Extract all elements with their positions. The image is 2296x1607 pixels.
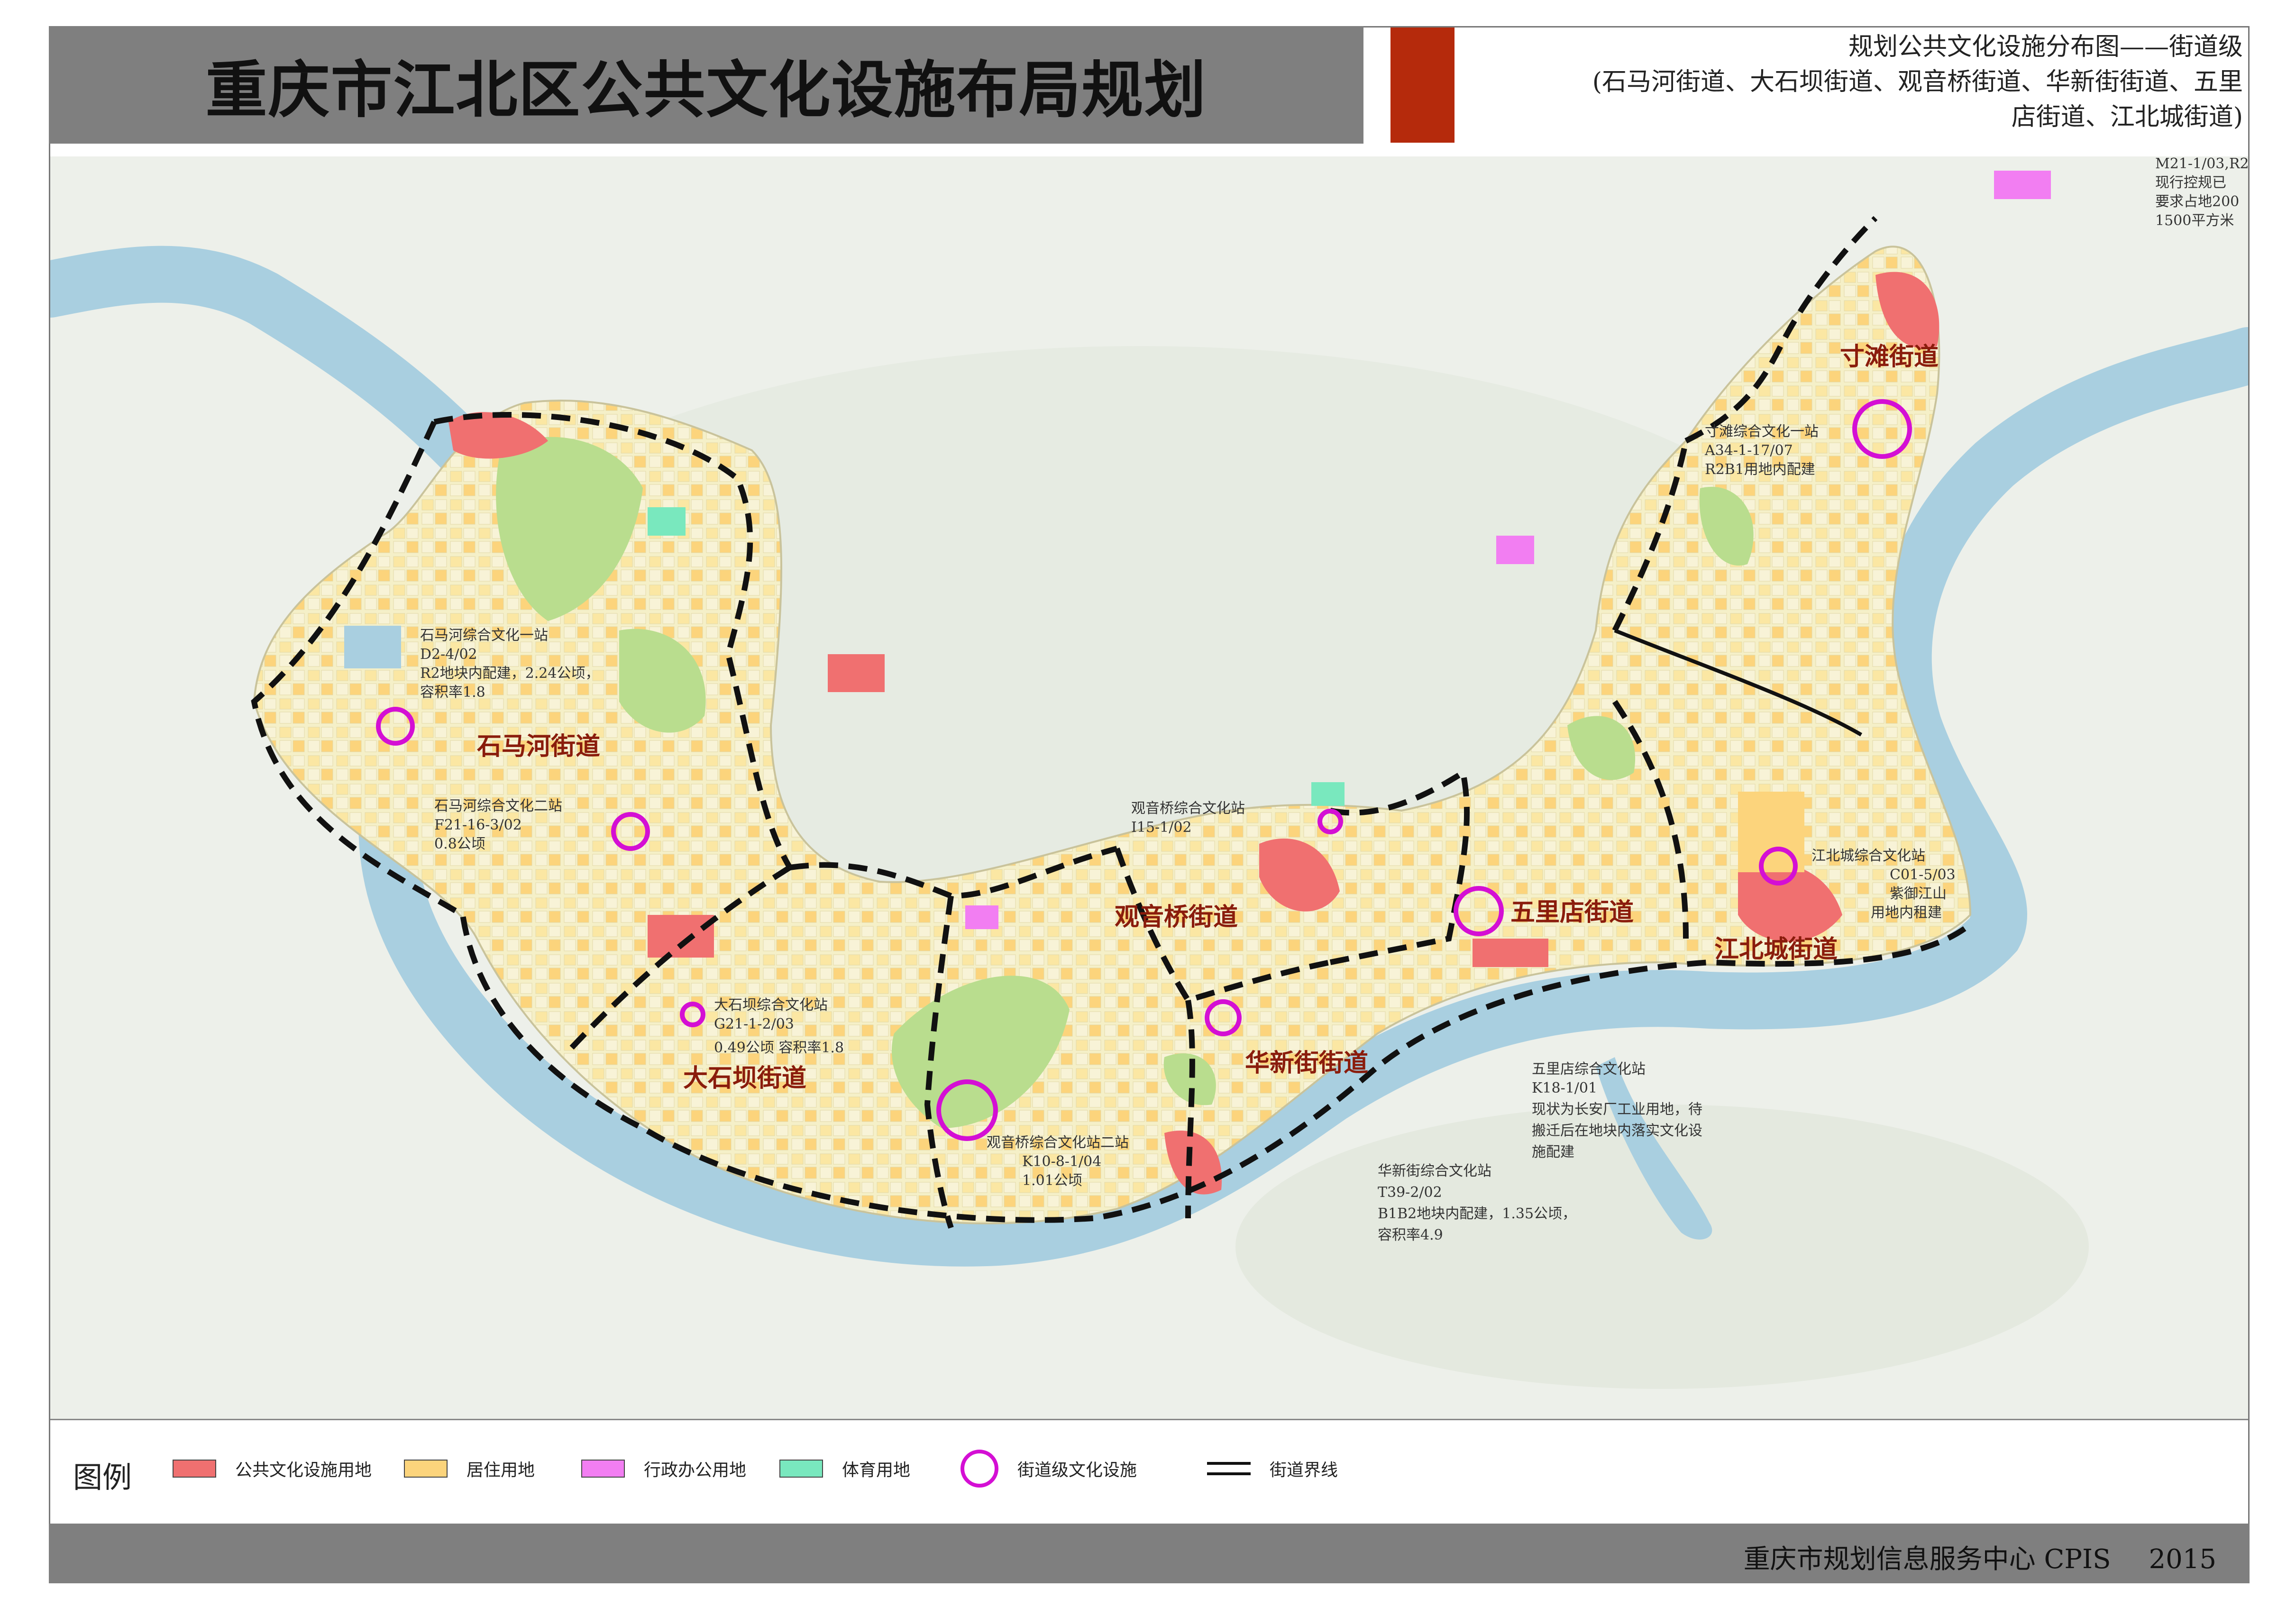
legend-item-residential: 居住用地 — [404, 1454, 535, 1483]
corner-note-line: M21-1/03,R2 — [2155, 156, 2248, 172]
map-subtitle: 规划公共文化设施分布图——街道级 (石马河街道、大石坝街道、观音桥街道、华新街街… — [1458, 29, 2249, 143]
map-canvas[interactable]: 石马河街道 大石坝街道 观音桥街道 华新街街道 五里店街道 江北城街道 寸滩街道… — [50, 156, 2248, 1419]
legend-item-station: 街道级文化设施 — [960, 1450, 1137, 1488]
station-label: 寸滩综合文化一站 — [1705, 423, 1819, 440]
station-label: R2B1用地内配建 — [1705, 461, 1815, 478]
station-label: 搬迁后在地块内落实文化设 — [1532, 1123, 1702, 1139]
legend-label: 街道级文化设施 — [1017, 1461, 1137, 1480]
station-label: K10-8-1/04 — [1022, 1153, 1101, 1170]
district-label: 寸滩街道 — [1840, 343, 1939, 371]
station-label: 现状为长安厂工业用地，待 — [1532, 1101, 1702, 1118]
sports-land — [648, 507, 686, 536]
accent-block — [1390, 27, 1454, 143]
legend-boundary-sample — [1207, 1462, 1251, 1475]
sports-land — [1311, 782, 1345, 806]
legend-label: 行政办公用地 — [644, 1461, 747, 1480]
station-label: I15-1/02 — [1131, 819, 1192, 836]
hill-shade — [1235, 1105, 2089, 1389]
corner-note-line: 现行控规已 — [2155, 174, 2226, 191]
footer-bar: 重庆市规划信息服务中心 CPIS 2015 — [49, 1524, 2250, 1583]
station-label: 五里店综合文化站 — [1532, 1061, 1646, 1077]
culture-land — [648, 915, 714, 958]
station-label: 华新街综合文化站 — [1378, 1163, 1491, 1179]
legend-swatch — [173, 1460, 216, 1478]
legend-item-sports: 体育用地 — [779, 1454, 910, 1483]
footer-credit: 重庆市规划信息服务中心 CPIS 2015 — [1744, 1538, 2216, 1576]
station-label: B1B2地块内配建，1.35公顷， — [1378, 1205, 1576, 1222]
corner-note-line: 1500平方米 — [2155, 212, 2234, 229]
legend-label: 居住用地 — [467, 1461, 535, 1480]
district-label: 石马河街道 — [477, 732, 600, 761]
district-label: 华新街街道 — [1245, 1049, 1368, 1077]
page-title: 重庆市江北区公共文化设施布局规划 — [205, 54, 1207, 126]
admin-land — [1496, 536, 1534, 564]
culture-land — [1473, 939, 1548, 967]
station-label: 江北城综合文化站 — [1811, 848, 1925, 864]
district-label: 江北城街道 — [1714, 935, 1838, 964]
station-label: 观音桥综合文化站二站 — [987, 1134, 1129, 1151]
subtitle-line: (石马河街道、大石坝街道、观音桥街道、华新街街道、五里 — [1592, 68, 2243, 96]
legend-label: 体育用地 — [842, 1461, 911, 1480]
station-label: T39-2/02 — [1378, 1184, 1442, 1201]
station-label: D2-4/02 — [420, 646, 477, 663]
title-bar: 重庆市江北区公共文化设施布局规划 — [49, 26, 1363, 144]
legend-ring — [960, 1450, 998, 1488]
station-label: G21-1-2/03 — [714, 1016, 794, 1032]
station-label: 用地内租建 — [1871, 904, 1942, 921]
subtitle-line: 规划公共文化设施分布图——街道级 — [1848, 33, 2243, 61]
admin-land — [1994, 171, 2051, 199]
station-label: 0.49公顷 容积率1.8 — [714, 1040, 844, 1056]
legend-title: 图例 — [73, 1460, 132, 1495]
legend-item-culture: 公共文化设施用地 — [173, 1454, 372, 1483]
culture-land — [828, 654, 885, 692]
station-label: 石马河综合文化一站 — [420, 627, 548, 644]
district-label: 观音桥街道 — [1115, 903, 1238, 931]
station-label: 0.8公顷 — [434, 836, 485, 852]
subtitle-line: 店街道、江北城街道) — [2011, 103, 2243, 131]
legend-item-admin: 行政办公用地 — [581, 1454, 746, 1483]
water-body — [344, 626, 401, 668]
legend-swatch — [581, 1460, 625, 1478]
station-label: 紫御江山 — [1890, 886, 1947, 902]
station-label: K18-1/01 — [1532, 1080, 1597, 1096]
station-label: 石马河综合文化二站 — [434, 798, 562, 814]
station-label: C01-5/03 — [1890, 867, 1956, 883]
corner-note-line: 要求占地200 — [2155, 193, 2239, 210]
legend-label: 街道界线 — [1270, 1461, 1338, 1480]
station-label: 1.01公顷 — [1022, 1172, 1082, 1189]
footer-year: 2015 — [2149, 1544, 2216, 1575]
map-svg: 石马河街道 大石坝街道 观音桥街道 华新街街道 五里店街道 江北城街道 寸滩街道… — [50, 156, 2248, 1419]
station-label: 施配建 — [1532, 1144, 1574, 1160]
legend-item-boundary: 街道界线 — [1207, 1454, 1338, 1483]
district-label: 五里店街道 — [1510, 898, 1634, 927]
station-label: F21-16-3/02 — [434, 817, 522, 833]
legend-swatch — [404, 1460, 448, 1478]
station-label: 大石坝综合文化站 — [714, 997, 828, 1014]
district-label: 大石坝街道 — [683, 1064, 806, 1093]
legend-swatch — [779, 1460, 823, 1478]
legend: 图例 公共文化设施用地 居住用地 行政办公用地 体育用地 街道级文化设施 街道界… — [50, 1419, 2248, 1525]
station-label: 容积率1.8 — [420, 684, 485, 701]
station-label: 观音桥综合文化站 — [1131, 800, 1245, 817]
footer-org: 重庆市规划信息服务中心 CPIS — [1743, 1544, 2111, 1575]
station-label: A34-1-17/07 — [1704, 442, 1793, 459]
admin-land — [965, 905, 998, 929]
station-label: 容积率4.9 — [1378, 1227, 1443, 1243]
station-label: R2地块内配建，2.24公顷， — [420, 665, 599, 682]
legend-label: 公共文化设施用地 — [235, 1461, 372, 1480]
